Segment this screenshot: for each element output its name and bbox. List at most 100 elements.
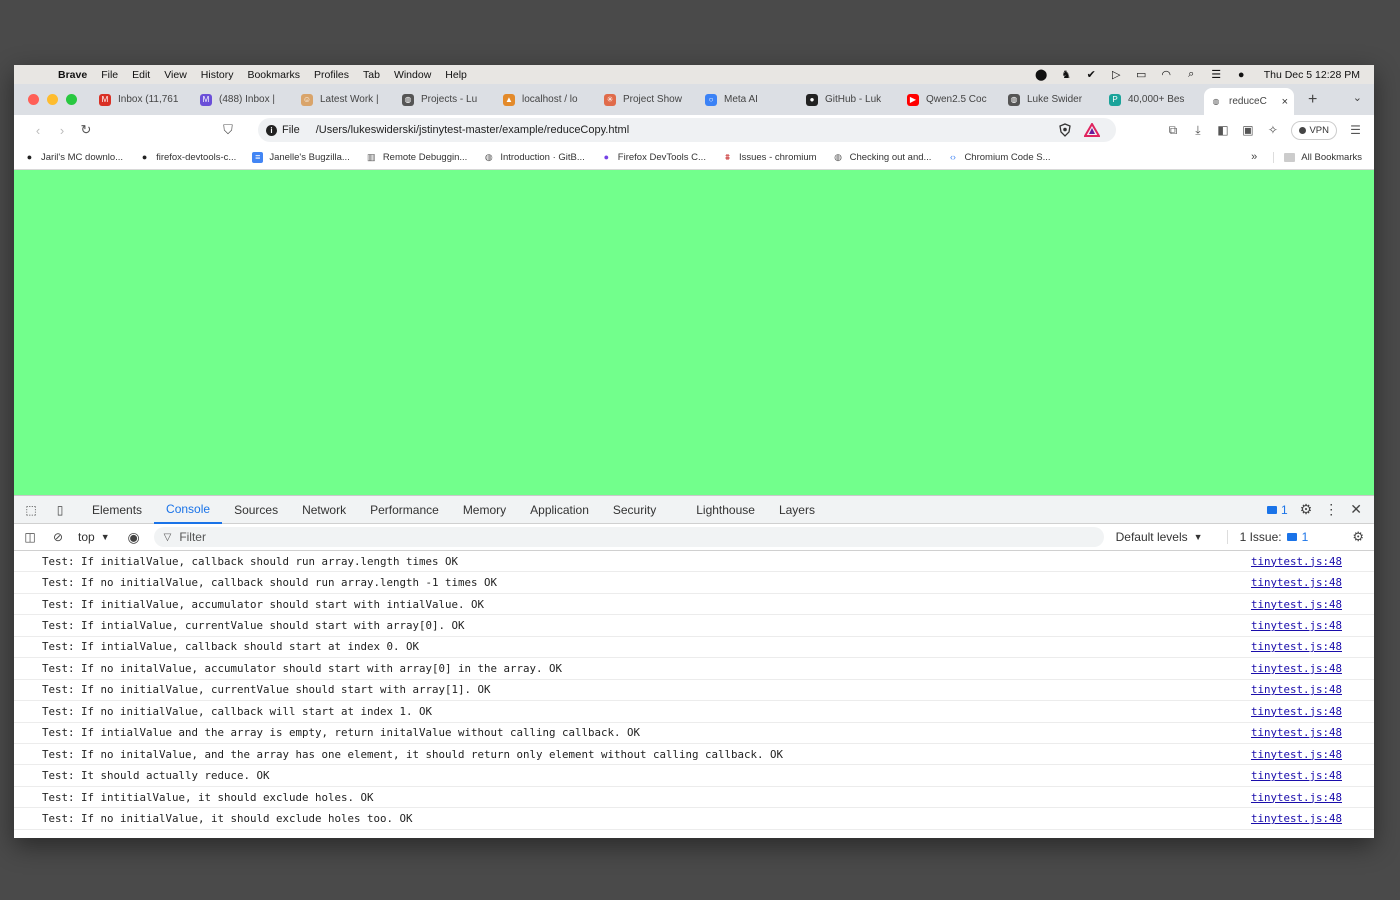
tab-layers[interactable]: Layers [767,496,827,524]
bookmark-item[interactable]: ● firefox-devtools-c... [139,152,236,163]
wifi-icon[interactable]: ◠ [1160,69,1173,81]
tab-network[interactable]: Network [290,496,358,524]
browser-tab[interactable]: P 40,000+ Bes [1103,88,1204,112]
bookmark-item[interactable]: ≡ Janelle's Bugzilla... [252,151,350,163]
wallet-icon[interactable]: ▣ [1241,123,1254,137]
tab-application[interactable]: Application [518,496,601,524]
context-selector[interactable]: top ▼ [78,530,110,544]
inspect-element-icon[interactable]: ⬚ [22,503,40,517]
log-source-link[interactable]: tinytest.js:48 [1251,576,1342,589]
reload-icon[interactable]: ↻ [74,122,98,138]
close-devtools-icon[interactable]: ✕ [1350,501,1362,518]
device-toolbar-icon[interactable]: ▯ [51,503,69,517]
log-source-link[interactable]: tinytest.js:48 [1251,640,1342,653]
more-bookmarks-icon[interactable]: » [1251,151,1257,163]
menu-help[interactable]: Help [445,69,467,81]
menu-history[interactable]: History [201,69,234,81]
menu-profiles[interactable]: Profiles [314,69,349,81]
tab-performance[interactable]: Performance [358,496,451,524]
extensions-icon[interactable]: ⧉ [1166,123,1179,138]
close-window-button[interactable] [28,94,39,105]
show-sidebar-icon[interactable]: ◫ [22,530,38,544]
tab-memory[interactable]: Memory [451,496,518,524]
browser-tab[interactable]: ◍ Projects - Lu [396,88,497,112]
siri-icon[interactable]: ● [1235,69,1248,81]
bookmark-item[interactable]: ● Jaril's MC downlo... [24,152,123,163]
minimize-window-button[interactable] [47,94,58,105]
log-source-link[interactable]: tinytest.js:48 [1251,662,1342,675]
tab-security[interactable]: Security [601,496,668,524]
console-settings-gear-icon[interactable]: ⚙ [1352,529,1364,545]
browser-tab[interactable]: M Inbox (11,761 [93,88,194,112]
menu-edit[interactable]: Edit [132,69,150,81]
live-expression-eye-icon[interactable]: ◉ [126,529,142,546]
log-source-link[interactable]: tinytest.js:48 [1251,555,1342,568]
url-text[interactable]: /Users/lukeswiderski/jstinytest-master/e… [316,124,629,136]
info-icon[interactable]: i [266,124,277,136]
leo-ai-icon[interactable]: ✧ [1266,123,1279,137]
issues-badge[interactable]: 1 [1267,503,1288,517]
fullscreen-window-button[interactable] [66,94,77,105]
active-browser-tab[interactable]: ◍ reduceC × [1204,88,1294,115]
log-source-link[interactable]: tinytest.js:48 [1251,683,1342,696]
browser-tab[interactable]: M (488) Inbox | [194,88,295,112]
browser-tab[interactable]: ▶ Qwen2.5 Coc [901,88,1002,112]
status-elephant-icon[interactable]: ♞ [1060,69,1073,81]
address-bar[interactable]: i File /Users/lukeswiderski/jstinytest-m… [258,118,1116,142]
status-disc-icon[interactable]: ⬤ [1035,69,1048,81]
log-source-link[interactable]: tinytest.js:48 [1251,812,1342,825]
hamburger-menu-icon[interactable]: ☰ [1349,123,1362,137]
browser-tab[interactable]: ☺ Latest Work | [295,88,396,112]
vpn-button[interactable]: VPN [1291,120,1337,140]
menu-app-name[interactable]: Brave [58,69,87,81]
log-source-link[interactable]: tinytest.js:48 [1251,726,1342,739]
settings-gear-icon[interactable]: ⚙ [1300,501,1313,518]
forward-icon[interactable]: › [50,123,74,138]
issues-counter[interactable]: 1 Issue: 1 [1226,530,1308,544]
log-source-link[interactable]: tinytest.js:48 [1251,791,1342,804]
log-source-link[interactable]: tinytest.js:48 [1251,705,1342,718]
status-play-icon[interactable]: ▷ [1110,69,1123,81]
bookmark-item[interactable]: ▥ Remote Debuggin... [366,152,467,163]
menu-tab[interactable]: Tab [363,69,380,81]
clear-console-icon[interactable]: ⊘ [50,530,66,544]
tab-sources[interactable]: Sources [222,496,290,524]
browser-tab[interactable]: ▲ localhost / lo [497,88,598,112]
tab-console[interactable]: Console [154,496,223,524]
spotlight-search-icon[interactable]: ⌕ [1185,68,1198,81]
log-source-link[interactable]: tinytest.js:48 [1251,748,1342,761]
browser-tab[interactable]: ○ Meta AI [699,88,800,112]
log-source-link[interactable]: tinytest.js:48 [1251,598,1342,611]
browser-tab[interactable]: ◍ Luke Swider [1002,88,1103,112]
brave-rewards-icon[interactable] [1084,123,1100,137]
log-source-link[interactable]: tinytest.js:48 [1251,619,1342,632]
back-icon[interactable]: ‹ [26,123,50,138]
tab-elements[interactable]: Elements [80,496,154,524]
downloads-icon[interactable]: ⤓ [1191,123,1204,138]
tab-search-chevron-icon[interactable]: ⌄ [1353,91,1362,104]
bookmark-item[interactable]: ‹› Chromium Code S... [947,152,1051,163]
close-tab-icon[interactable]: × [1282,96,1288,108]
control-center-icon[interactable]: ☰ [1210,69,1223,81]
bookmark-page-icon[interactable]: ⛉ [216,122,240,138]
bookmark-item[interactable]: ● Firefox DevTools C... [601,152,706,163]
new-tab-icon[interactable]: + [1308,91,1317,109]
tab-lighthouse[interactable]: Lighthouse [684,496,767,524]
bookmark-item[interactable]: ◍ Introduction · GitB... [483,152,585,163]
browser-tab[interactable]: ✳ Project Show [598,88,699,112]
brave-shields-icon[interactable] [1058,123,1072,137]
log-levels-dropdown[interactable]: Default levels ▼ [1116,530,1203,544]
console-filter-input[interactable]: ▽ Filter [153,527,1104,547]
menubar-clock[interactable]: Thu Dec 5 12:28 PM [1264,69,1360,81]
all-bookmarks-button[interactable]: All Bookmarks [1273,151,1362,163]
battery-icon[interactable]: ▭ [1135,69,1148,81]
menu-window[interactable]: Window [394,69,431,81]
more-options-icon[interactable]: ⋮ [1324,501,1338,518]
menu-view[interactable]: View [164,69,187,81]
bookmark-item[interactable]: ⩩ Issues - chromium [722,152,817,163]
menu-bookmarks[interactable]: Bookmarks [247,69,300,81]
browser-tab[interactable]: ● GitHub - Luk [800,88,901,112]
status-check-icon[interactable]: ✔ [1085,69,1098,81]
menu-file[interactable]: File [101,69,118,81]
sidebar-icon[interactable]: ◧ [1216,123,1229,137]
